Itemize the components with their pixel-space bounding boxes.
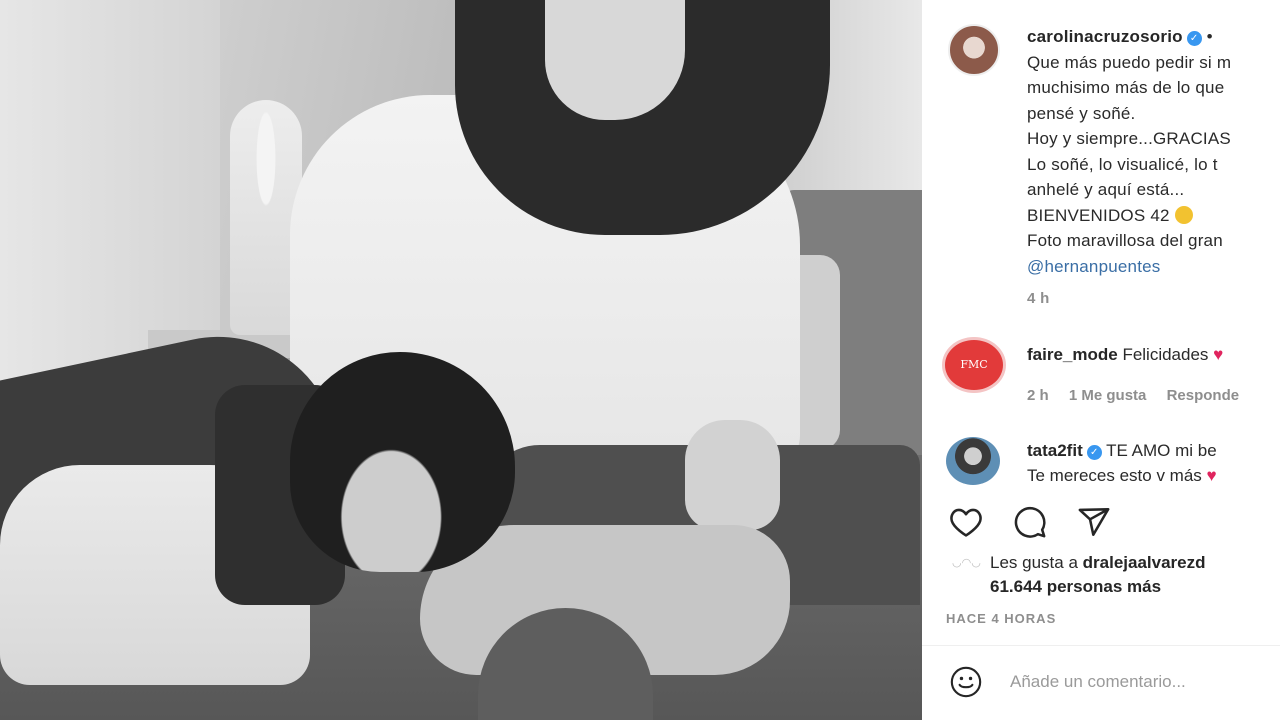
comment-text-line2: Te mereces esto v más ♥ xyxy=(1027,464,1217,488)
post-author-avatar[interactable] xyxy=(948,24,1000,76)
post-sidebar: carolinacruzosorio ✓ • Que más puedo pedi… xyxy=(922,0,1280,720)
caption-line: Que más puedo pedir si m xyxy=(1027,52,1232,72)
caption-line: Hoy y siempre...GRACIAS xyxy=(1027,129,1231,148)
verified-badge-icon: ✓ xyxy=(1186,31,1202,46)
comment-meta: 2 h 1 Me gusta Responde xyxy=(1027,387,1255,404)
comment-item: tata2fit ✓ TE AMO mi be xyxy=(1027,439,1217,463)
comment-avatar-faire-mode[interactable]: FMC xyxy=(942,337,1006,393)
paper-plane-icon[interactable] xyxy=(1074,502,1114,542)
comment-bubble-icon[interactable] xyxy=(1010,502,1050,542)
comment-item: faire_mode Felicidades ♥ xyxy=(1027,343,1223,367)
comment-likes-link[interactable]: 1 Me gusta xyxy=(1069,387,1147,404)
photo-hand xyxy=(685,420,780,530)
caption-line-text: BIENVENIDOS 42 xyxy=(1027,205,1170,225)
comment-text: TE AMO mi be xyxy=(1106,441,1217,460)
post-photo[interactable] xyxy=(0,0,922,720)
red-heart-emoji-icon: ♥ xyxy=(1206,466,1217,485)
red-heart-emoji-icon: ♥ xyxy=(1213,345,1224,364)
caption-line: muchisimo más de lo que xyxy=(1027,78,1225,97)
likes-summary: Les gusta a dralejaalvarezd xyxy=(990,553,1206,573)
comment-username[interactable]: tata2fit xyxy=(1027,441,1083,460)
avatar-logo-text: FMC xyxy=(960,358,988,371)
comment-username[interactable]: faire_mode xyxy=(1027,345,1118,364)
likes-count-link[interactable]: 61.644 personas más xyxy=(990,577,1161,597)
caption-line: anhelé y aquí está... xyxy=(1027,180,1185,199)
add-comment-input[interactable] xyxy=(1010,668,1270,696)
comment-text-continued: Te mereces esto v más xyxy=(1027,466,1202,485)
likes-user-link[interactable]: dralejaalvarezd xyxy=(1083,553,1206,572)
caption-line: pensé y soñé. xyxy=(1027,103,1136,123)
comment-avatar-tata2fit[interactable] xyxy=(946,437,1000,485)
posted-ago: HACE 4 HORAS xyxy=(946,611,1057,626)
verified-badge-icon: ✓ xyxy=(1086,445,1102,460)
comment-text: Felicidades xyxy=(1122,345,1209,364)
smiley-emoji-icon[interactable] xyxy=(946,662,986,702)
post-time: 4 h xyxy=(1027,290,1050,307)
divider xyxy=(922,645,1280,646)
photo-boy-head xyxy=(290,352,515,572)
comment-time: 2 h xyxy=(1027,387,1049,404)
likes-prefix: Les gusta a xyxy=(990,553,1078,572)
caption-mention-link[interactable]: @hernanpuentes xyxy=(1027,254,1280,280)
more-dot: • xyxy=(1206,27,1213,46)
sunflower-emoji-icon xyxy=(1174,205,1193,224)
post-caption: carolinacruzosorio ✓ • Que más puedo pedi… xyxy=(1027,24,1280,279)
post-author-username[interactable]: carolinacruzosorio xyxy=(1027,27,1183,46)
caption-line: BIENVENIDOS 42 xyxy=(1027,203,1280,229)
heart-outline-icon[interactable] xyxy=(946,502,986,542)
comment-reply-button[interactable]: Responde xyxy=(1167,387,1240,404)
caption-line: Lo soñé, lo visualicé, lo t xyxy=(1027,154,1218,174)
caption-line: Foto maravillosa del gran xyxy=(1027,231,1223,250)
liker-avatars-icon: ◡◠◡ xyxy=(952,557,981,569)
